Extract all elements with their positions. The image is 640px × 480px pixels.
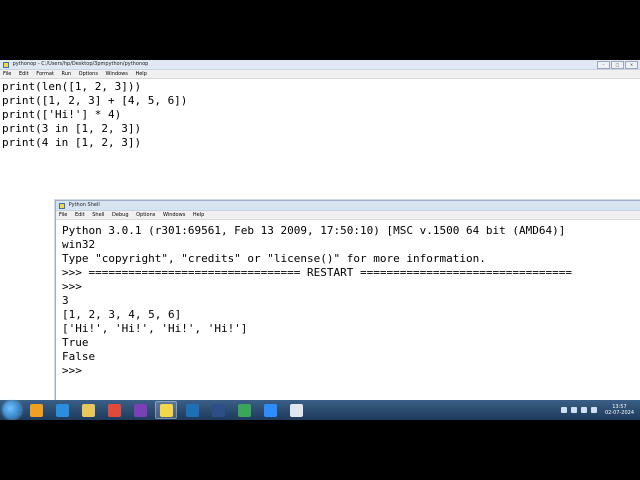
window-icon xyxy=(289,403,303,417)
menu-run[interactable]: Run xyxy=(61,71,71,77)
close-button[interactable]: × xyxy=(625,61,638,69)
shell-title: Python Shell xyxy=(68,202,100,208)
taskbar-app-chrome[interactable] xyxy=(233,401,255,419)
app-icon xyxy=(211,403,225,417)
shell-line: True xyxy=(62,336,89,349)
shell-line: Python 3.0.1 (r301:69561, Feb 13 2009, 1… xyxy=(62,224,566,237)
taskbar-app-app[interactable] xyxy=(207,401,229,419)
explorer-icon xyxy=(81,403,95,417)
media-player-icon xyxy=(29,403,43,417)
chrome-icon-2 xyxy=(237,403,251,417)
menu-edit[interactable]: Edit xyxy=(75,212,85,218)
tray-arrow-icon[interactable] xyxy=(560,407,567,413)
menu-file[interactable]: File xyxy=(3,71,11,77)
taskbar-app-ie[interactable] xyxy=(51,401,73,419)
taskbar-app-chrome[interactable] xyxy=(103,401,125,419)
menu-windows[interactable]: Windows xyxy=(163,212,185,218)
editor-menubar: File Edit Format Run Options Windows Hel… xyxy=(0,70,640,79)
shell-menubar: File Edit Shell Debug Options Windows He… xyxy=(56,211,640,220)
minimize-button[interactable]: – xyxy=(597,61,610,69)
shell-prompt[interactable]: >>> xyxy=(62,364,572,378)
editor-window-controls: – □ × xyxy=(597,61,638,69)
taskbar-app-devcpp[interactable] xyxy=(181,401,203,419)
taskbar-app-window[interactable] xyxy=(285,401,307,419)
shell-titlebar[interactable]: Python Shell xyxy=(56,201,640,211)
start-button[interactable] xyxy=(3,401,21,419)
taskbar-app-visual-studio[interactable] xyxy=(129,401,151,419)
system-tray: 13:57 02-07-2024 xyxy=(560,400,640,420)
shell-line: [1, 2, 3, 4, 5, 6] xyxy=(62,308,182,321)
shell-line: 3 xyxy=(62,294,69,307)
shell-window[interactable]: Python Shell File Edit Shell Debug Optio… xyxy=(55,200,640,401)
menu-windows[interactable]: Windows xyxy=(106,71,128,77)
chrome-icon xyxy=(107,403,121,417)
code-line: print(len([1, 2, 3])) xyxy=(2,80,142,93)
desktop-screen: pythonop - C:/Users/hp/Desktop/3pmpython… xyxy=(0,60,640,420)
shell-line: >>> xyxy=(62,280,82,293)
taskbar-app-media-player[interactable] xyxy=(25,401,47,419)
code-line: print(4 in [1, 2, 3]) xyxy=(2,136,142,149)
python-icon xyxy=(59,202,65,209)
editor-title: pythonop - C:/Users/hp/Desktop/3pmpython… xyxy=(12,61,149,67)
menu-help[interactable]: Help xyxy=(135,71,146,77)
menu-debug[interactable]: Debug xyxy=(112,212,128,218)
menu-edit[interactable]: Edit xyxy=(19,71,29,77)
tray-flag-icon[interactable] xyxy=(590,407,597,413)
taskbar: 13:57 02-07-2024 xyxy=(0,400,640,420)
taskbar-app-explorer[interactable] xyxy=(77,401,99,419)
zoom-icon xyxy=(263,403,277,417)
shell-line: ['Hi!', 'Hi!', 'Hi!', 'Hi!'] xyxy=(62,322,248,335)
menu-options[interactable]: Options xyxy=(136,212,155,218)
menu-shell[interactable]: Shell xyxy=(92,212,104,218)
shell-line: False xyxy=(62,350,96,363)
menu-format[interactable]: Format xyxy=(36,71,54,77)
taskbar-app-python[interactable] xyxy=(155,401,177,419)
tray-network-icon[interactable] xyxy=(570,407,577,413)
taskbar-app-zoom[interactable] xyxy=(259,401,281,419)
editor-titlebar[interactable]: pythonop - C:/Users/hp/Desktop/3pmpython… xyxy=(0,60,640,70)
shell-line: win32 xyxy=(62,238,96,251)
clock[interactable]: 13:57 02-07-2024 xyxy=(605,404,634,416)
python-icon xyxy=(3,61,9,68)
tray-volume-icon[interactable] xyxy=(580,407,587,413)
code-line: print(3 in [1, 2, 3]) xyxy=(2,122,142,135)
clock-date: 02-07-2024 xyxy=(604,410,634,416)
code-editor[interactable]: print(len([1, 2, 3])) print([1, 2, 3] + … xyxy=(2,80,187,150)
python-icon xyxy=(159,403,173,417)
devcpp-icon xyxy=(185,403,199,417)
code-line: print([1, 2, 3] + [4, 5, 6]) xyxy=(2,94,188,107)
menu-help[interactable]: Help xyxy=(193,212,204,218)
menu-file[interactable]: File xyxy=(59,212,67,218)
code-line: print(['Hi!'] * 4) xyxy=(2,108,122,121)
taskbar-apps xyxy=(25,401,311,419)
maximize-button[interactable]: □ xyxy=(611,61,624,69)
shell-line: >>> ================================ RES… xyxy=(62,266,572,279)
visual-studio-icon xyxy=(133,403,147,417)
shell-output[interactable]: Python 3.0.1 (r301:69561, Feb 13 2009, 1… xyxy=(62,224,572,378)
ie-icon xyxy=(55,403,69,417)
menu-options[interactable]: Options xyxy=(79,71,98,77)
shell-line: Type "copyright", "credits" or "license(… xyxy=(62,252,486,265)
